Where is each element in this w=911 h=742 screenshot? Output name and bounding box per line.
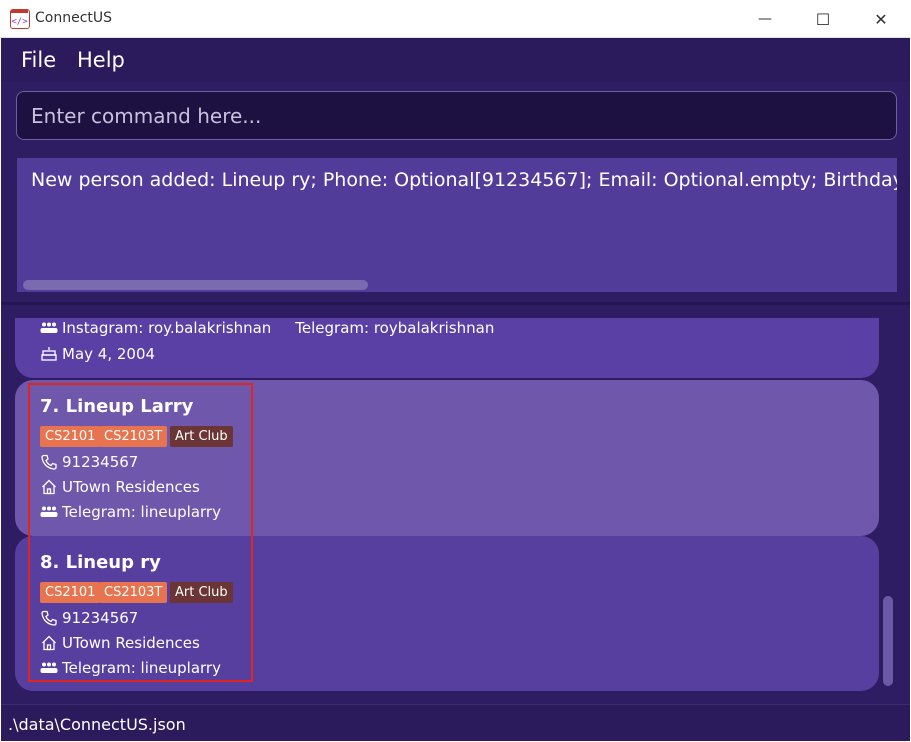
- window-title: ConnectUS: [35, 10, 113, 26]
- command-box: [16, 91, 897, 140]
- close-icon: ✕: [874, 9, 888, 29]
- menu-bar: File Help: [1, 38, 910, 82]
- cake-icon: [40, 345, 58, 363]
- selection-highlight-box: [28, 383, 253, 682]
- birthday-row: May 4, 2004: [40, 344, 155, 364]
- minimize-icon: —: [758, 11, 772, 27]
- list-vertical-scrollbar[interactable]: [883, 596, 893, 686]
- result-horizontal-scrollbar[interactable]: [23, 280, 368, 290]
- code-icon: </>: [10, 9, 30, 29]
- menu-file[interactable]: File: [21, 48, 56, 72]
- status-bar: .\data\ConnectUS.json: [1, 704, 910, 741]
- people-icon: [40, 319, 58, 337]
- birthday-text: May 4, 2004: [62, 345, 156, 363]
- instagram-text: Instagram: roy.balakrishnan: [62, 319, 272, 337]
- window-titlebar: </> ConnectUS — ☐ ✕: [0, 0, 911, 38]
- result-display: New person added: Lineup ry; Phone: Opti…: [17, 158, 897, 292]
- maximize-icon: ☐: [815, 9, 831, 29]
- result-message: New person added: Lineup ry; Phone: Opti…: [31, 169, 897, 191]
- panel-divider: [1, 302, 910, 305]
- telegram-text: Telegram: roybalakrishnan: [295, 319, 495, 337]
- social-row: Instagram: roy.balakrishnan Telegram: ro…: [40, 318, 494, 338]
- close-button[interactable]: ✕: [852, 0, 910, 38]
- menu-help[interactable]: Help: [77, 48, 125, 72]
- person-card-previous[interactable]: Instagram: roy.balakrishnan Telegram: ro…: [15, 318, 879, 378]
- svg-text:</>: </>: [11, 17, 28, 27]
- command-input[interactable]: [17, 92, 896, 139]
- data-file-path: .\data\ConnectUS.json: [8, 715, 186, 734]
- minimize-button[interactable]: —: [736, 0, 794, 38]
- maximize-button[interactable]: ☐: [794, 0, 852, 38]
